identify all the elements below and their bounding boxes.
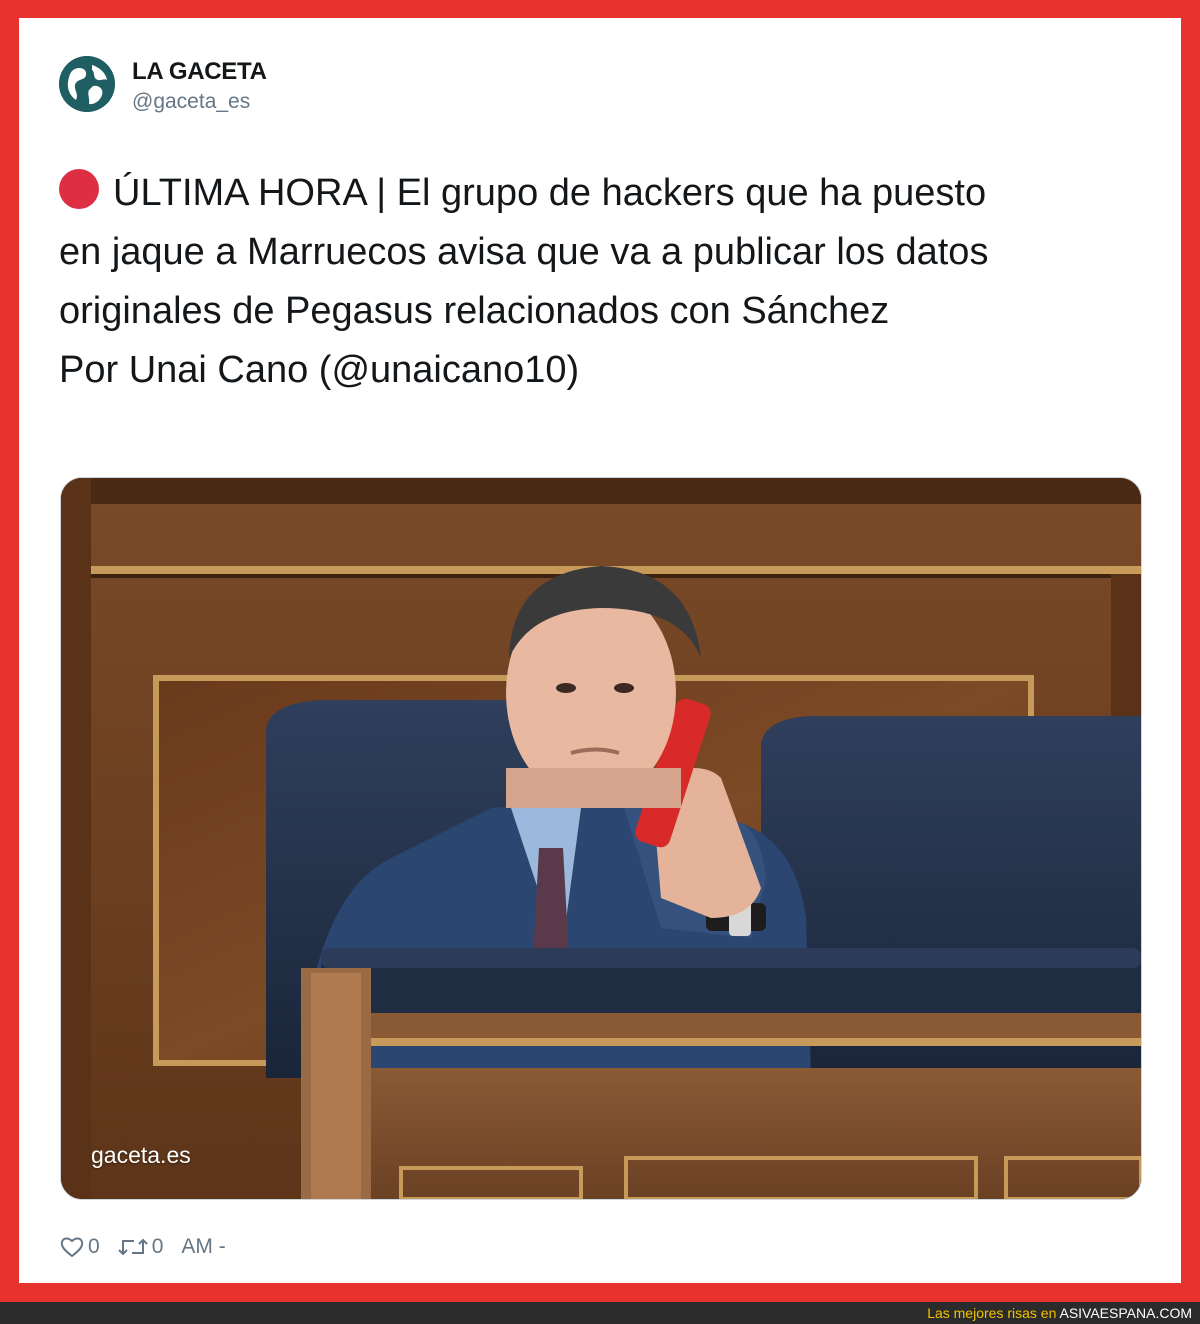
- tweet-text-line: en jaque a Marruecos avisa que va a publ…: [59, 231, 989, 273]
- tweet-actions: 0 0 AM -: [60, 1232, 244, 1262]
- tweet-text-line-content: ÚLTIMA HORA | El grupo de hackers que ha…: [113, 172, 987, 214]
- footer-credit[interactable]: Las mejores risas en ASIVAESPANA.COM: [927, 1305, 1192, 1321]
- red-circle-icon: [59, 169, 99, 209]
- like-count: 0: [88, 1235, 100, 1258]
- tweet-text: ÚLTIMA HORA | El grupo de hackers que ha…: [59, 164, 1139, 400]
- footer-credit-prefix: Las mejores risas en: [927, 1305, 1060, 1321]
- timestamp[interactable]: AM -: [181, 1235, 225, 1259]
- retweet-icon: [117, 1238, 148, 1256]
- tweet-text-line: Por Unai Cano (@unaicano10): [59, 349, 580, 391]
- tweet-card: LA GACETA @gaceta_es ÚLTIMA HORA | El gr…: [19, 18, 1181, 1283]
- avatar[interactable]: [59, 56, 115, 112]
- tweet-text-line: originales de Pegasus relacionados con S…: [59, 290, 890, 332]
- heart-icon: [60, 1237, 84, 1258]
- tweet-text-line: ÚLTIMA HORA | El grupo de hackers que ha…: [59, 164, 1139, 223]
- footer-credit-site: ASIVAESPANA.COM: [1059, 1305, 1192, 1321]
- photo-illustration: [61, 478, 1141, 1199]
- tweet-media-photo[interactable]: gaceta.es: [60, 477, 1142, 1200]
- like-button[interactable]: 0: [60, 1235, 100, 1259]
- media-watermark: gaceta.es: [91, 1142, 191, 1168]
- globe-icon: [59, 56, 115, 112]
- author-name[interactable]: LA GACETA: [132, 58, 267, 86]
- retweet-count: 0: [151, 1235, 164, 1258]
- author-handle[interactable]: @gaceta_es: [132, 90, 250, 114]
- retweet-button[interactable]: 0: [117, 1235, 164, 1259]
